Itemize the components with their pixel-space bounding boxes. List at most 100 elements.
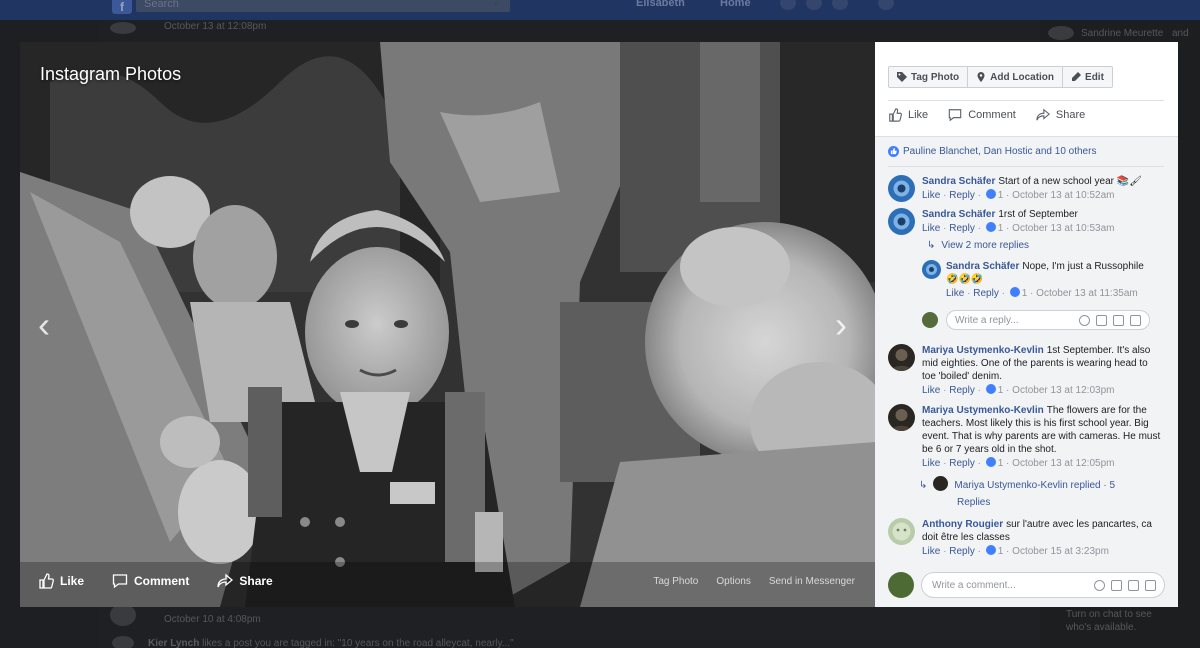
right-column-name-suffix: and [1172,28,1189,39]
comment-like-link[interactable]: Like [922,223,940,234]
comment-author[interactable]: Sandra Schäfer [922,176,995,187]
search-input[interactable]: Search ⌕ [136,0,510,12]
facebook-logo-icon[interactable]: f [112,0,132,14]
home-link[interactable]: Home [720,0,751,9]
reply-author[interactable]: Sandra Schäfer [946,261,1019,272]
camera-icon[interactable] [1111,579,1122,591]
search-placeholder: Search [144,0,179,10]
panel-share-button[interactable]: Share [1036,108,1085,122]
tag-photo-link[interactable]: Tag Photo [653,576,698,587]
gif-icon[interactable] [1113,314,1124,326]
send-in-messenger-link[interactable]: Send in Messenger [769,576,855,587]
friend-requests-icon[interactable] [780,0,796,10]
replied-separator: · [1103,480,1107,491]
photo-links: Tag Photo Options Send in Messenger [653,576,855,587]
like-reaction-icon [985,545,996,555]
write-reply-row: Write a reply... [922,310,1150,330]
photo-viewer[interactable]: Instagram Photos ‹ › Like Comment Share … [20,42,875,607]
camera-icon[interactable] [1096,314,1107,326]
add-location-button[interactable]: Add Location [968,67,1064,87]
panel-share-label: Share [1055,109,1086,121]
comment-text: Start of a new school year 📚🖌 [998,176,1142,187]
avatar[interactable] [888,404,915,431]
comment-like-link[interactable]: Like [922,458,940,469]
options-link[interactable]: Options [716,576,750,587]
comment-time[interactable]: October 13 at 10:52am [1012,190,1114,201]
comment-like-link[interactable]: Like [922,385,940,396]
edit-button[interactable]: Edit [1063,67,1112,87]
avatar [110,604,136,626]
add-location-label: Add Location [990,71,1055,83]
reply-reply-link[interactable]: Reply [973,288,999,299]
replied-author: Mariya Ustymenko-Kevlin [954,480,1068,491]
album-title[interactable]: Instagram Photos [40,64,181,85]
photo-share-button[interactable]: Share [217,573,273,589]
panel-like-button[interactable]: Like [888,108,928,122]
avatar[interactable] [888,175,915,202]
comment-author[interactable]: Mariya Ustymenko-Kevlin [922,405,1044,416]
help-icon[interactable] [878,0,894,10]
comment-author[interactable]: Anthony Rougier [922,519,1003,530]
comment-like-count[interactable]: 1 [998,546,1004,557]
comment-time[interactable]: October 15 at 3:23pm [1012,546,1109,557]
comment-reply-link[interactable]: Reply [949,385,975,396]
comment-like-count[interactable]: 1 [998,223,1004,234]
comment-like-count[interactable]: 1 [998,385,1004,396]
likes-summary[interactable]: Pauline Blanchet, Dan Hostic and 10 othe… [888,146,1096,157]
profile-link[interactable]: Elisabeth [636,0,685,9]
panel-comment-button[interactable]: Comment [948,108,1016,122]
avatar[interactable] [888,208,915,235]
comment-time[interactable]: October 13 at 10:53am [1012,223,1114,234]
comment-body: Sandra Schäfer Start of a new school year… [922,175,1164,202]
next-photo-arrow-icon[interactable]: › [835,307,847,343]
sticker-icon[interactable] [1130,314,1141,326]
comment-reply-link[interactable]: Reply [949,223,975,234]
gif-icon[interactable] [1128,579,1139,591]
right-column-name[interactable]: Sandrine Meurette [1081,28,1163,39]
comment-time[interactable]: October 13 at 12:05pm [1012,458,1114,469]
comment-meta: Like · Reply · 1 · October 13 at 12:05pm [922,457,1115,469]
write-reply-input[interactable]: Write a reply... [946,310,1150,330]
notifications-icon[interactable] [832,0,848,10]
reply-like-link[interactable]: Like [946,288,964,299]
photo-comment-button[interactable]: Comment [112,573,189,589]
comment-reply-link[interactable]: Reply [949,190,975,201]
messages-icon[interactable] [806,0,822,10]
comment-reply-link[interactable]: Reply [949,458,975,469]
sticker-icon[interactable] [1145,579,1156,591]
post-timestamp: October 10 at 4:08pm [164,614,261,625]
comment-like-link[interactable]: Like [922,190,940,201]
comment-time[interactable]: October 13 at 12:03pm [1012,385,1114,396]
photo-like-button[interactable]: Like [38,573,84,589]
emoji-icon[interactable] [1079,314,1090,326]
avatar [112,636,134,648]
comment-meta: Like · Reply · 1 · October 15 at 3:23pm [922,545,1109,557]
edit-label: Edit [1085,71,1104,83]
avatar[interactable] [888,344,915,371]
search-icon[interactable]: ⌕ [494,0,500,10]
write-comment-input[interactable]: Write a comment... [921,572,1165,598]
avatar[interactable] [888,518,915,545]
previous-photo-arrow-icon[interactable]: ‹ [38,307,50,343]
view-more-replies-link[interactable]: ↳ View 2 more replies [927,240,1029,251]
comment-author[interactable]: Mariya Ustymenko-Kevlin [922,345,1044,356]
like-reaction-icon [985,457,996,467]
post-timestamp: October 13 at 12:08pm [164,21,267,32]
comment-like-count[interactable]: 1 [998,458,1004,469]
tag-photo-button[interactable]: Tag Photo [889,67,969,87]
reply-like-count[interactable]: 1 [1022,288,1028,299]
reply-meta: Like · Reply · 1 · October 13 at 11:35am [946,287,1138,299]
replied-summary-link[interactable]: ↳ Mariya Ustymenko-Kevlin replied · 5 Rep… [919,476,1115,511]
avatar[interactable] [922,260,941,279]
comment-icon [112,574,128,589]
likes-names[interactable]: Pauline Blanchet, Dan Hostic and 10 othe… [903,146,1096,157]
comment-like-count[interactable]: 1 [998,190,1004,201]
comment-author[interactable]: Sandra Schäfer [922,209,995,220]
comment-like-link[interactable]: Like [922,546,940,557]
emoji-icon[interactable] [1094,579,1105,591]
comment-reply-link[interactable]: Reply [949,546,975,557]
reply-time[interactable]: October 13 at 11:35am [1036,288,1138,299]
notification-name[interactable]: Kier Lynch [148,638,199,648]
avatar [110,22,136,34]
panel-comment-label: Comment [968,109,1016,121]
